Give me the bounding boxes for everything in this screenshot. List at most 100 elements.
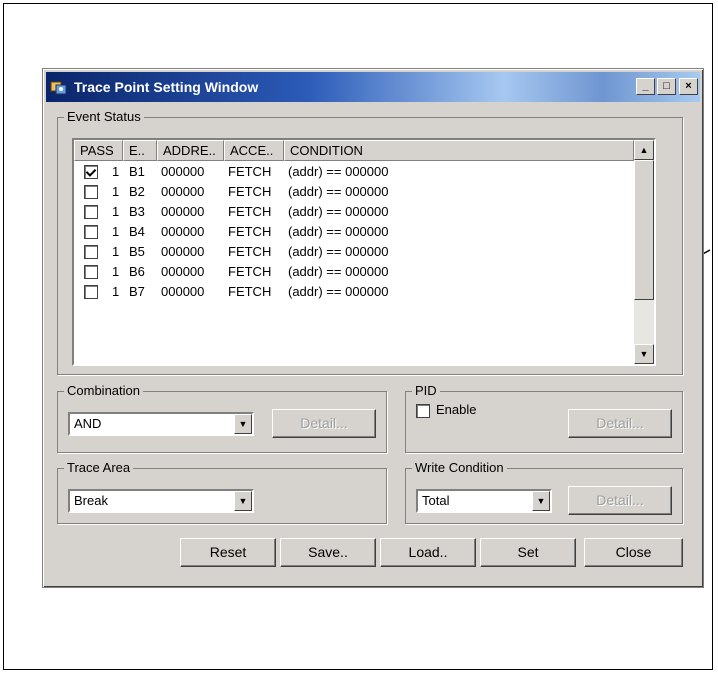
close-button[interactable]: Close [584,538,683,567]
pass-count-cell: 1 [112,244,120,259]
address-cell: 000000 [161,164,205,179]
window-title: Trace Point Setting Window [74,79,259,95]
combination-label: Combination [64,383,143,399]
event-cell: B2 [129,184,145,199]
pid-group: PID Enable Detail... [405,383,683,453]
close-icon: × [685,80,692,92]
app-icon [50,81,67,95]
address-cell: 000000 [161,184,205,199]
combination-select[interactable]: AND ▼ [68,412,254,436]
write-condition-select[interactable]: Total ▼ [416,489,552,513]
pass-checkbox[interactable] [84,165,98,179]
combination-value: AND [74,416,102,431]
address-cell: 000000 [161,224,205,239]
pid-detail-button[interactable]: Detail... [568,409,672,438]
load-button[interactable]: Load.. [380,538,476,567]
condition-cell: (addr) == 000000 [288,184,389,199]
maximize-button[interactable]: □ [657,78,676,95]
condition-cell: (addr) == 000000 [288,224,389,239]
table-row[interactable]: 1 B3 000000 FETCH (addr) == 000000 [74,202,634,222]
combination-group: Combination AND ▼ Detail... [57,383,387,453]
pid-enable-label: Enable [436,402,477,417]
pass-count-cell: 1 [112,224,120,239]
column-header-condition[interactable]: CONDITION [284,140,634,161]
event-status-list[interactable]: PASS E.. ADDRE.. ACCE.. CONDITION 1 B1 000… [72,138,656,366]
pass-checkbox[interactable] [84,185,98,199]
pid-enable-checkbox[interactable] [416,404,430,418]
event-cell: B7 [129,284,145,299]
access-cell: FETCH [228,284,272,299]
column-header-access[interactable]: ACCE.. [224,140,284,161]
access-cell: FETCH [228,264,272,279]
event-cell: B5 [129,244,145,259]
table-row[interactable]: 1 B1 000000 FETCH (addr) == 000000 [74,162,634,182]
table-row[interactable]: 1 B5 000000 FETCH (addr) == 000000 [74,242,634,262]
trace-point-setting-window: Trace Point Setting Window _ □ × Event S… [42,68,704,588]
access-cell: FETCH [228,244,272,259]
scroll-up-button[interactable]: ▲ [634,140,654,160]
chevron-down-icon: ▼ [536,496,546,506]
condition-cell: (addr) == 000000 [288,284,389,299]
trace-area-label: Trace Area [64,460,134,476]
write-condition-group: Write Condition Total ▼ Detail... [405,460,683,524]
access-cell: FETCH [228,164,272,179]
address-cell: 000000 [161,264,205,279]
write-condition-dropdown-button[interactable]: ▼ [532,491,550,511]
address-cell: 000000 [161,204,205,219]
pass-count-cell: 1 [112,284,120,299]
access-cell: FETCH [228,224,272,239]
scroll-down-button[interactable]: ▼ [634,344,654,364]
event-status-label: Event Status [64,109,144,125]
maximize-icon: □ [663,80,670,92]
pass-count-cell: 1 [112,204,120,219]
close-window-button[interactable]: × [679,78,698,95]
combination-dropdown-button[interactable]: ▼ [234,414,252,434]
event-cell: B1 [129,164,145,179]
chevron-down-icon: ▼ [238,419,248,429]
pass-checkbox[interactable] [84,265,98,279]
minimize-button[interactable]: _ [636,78,655,95]
trace-area-value: Break [74,493,108,508]
table-row[interactable]: 1 B6 000000 FETCH (addr) == 000000 [74,262,634,282]
pid-label: PID [412,383,440,399]
combination-detail-button[interactable]: Detail... [272,409,376,438]
event-cell: B6 [129,264,145,279]
access-cell: FETCH [228,204,272,219]
pass-checkbox[interactable] [84,245,98,259]
chevron-down-icon: ▼ [238,496,248,506]
set-button[interactable]: Set [480,538,576,567]
write-condition-label: Write Condition [412,460,507,476]
condition-cell: (addr) == 000000 [288,244,389,259]
pass-count-cell: 1 [112,184,120,199]
vertical-scrollbar[interactable]: ▲ ▼ [634,140,654,364]
event-cell: B3 [129,204,145,219]
pass-checkbox[interactable] [84,205,98,219]
column-header-event[interactable]: E.. [123,140,157,161]
column-header-pass[interactable]: PASS [74,140,123,161]
table-row[interactable]: 1 B2 000000 FETCH (addr) == 000000 [74,182,634,202]
write-condition-detail-button[interactable]: Detail... [568,486,672,515]
trace-area-select[interactable]: Break ▼ [68,489,254,513]
write-condition-value: Total [422,493,450,508]
condition-cell: (addr) == 000000 [288,164,389,179]
table-row[interactable]: 1 B4 000000 FETCH (addr) == 000000 [74,222,634,242]
table-row[interactable]: 1 B7 000000 FETCH (addr) == 000000 [74,282,634,302]
minimize-icon: _ [642,80,649,92]
triangle-down-icon: ▼ [639,349,649,359]
trace-area-dropdown-button[interactable]: ▼ [234,491,252,511]
pass-count-cell: 1 [112,164,120,179]
trace-area-group: Trace Area Break ▼ [57,460,387,524]
pass-checkbox[interactable] [84,285,98,299]
list-header: PASS E.. ADDRE.. ACCE.. CONDITION [74,140,634,161]
pass-checkbox[interactable] [84,225,98,239]
event-cell: B4 [129,224,145,239]
save-button[interactable]: Save.. [280,538,376,567]
column-header-address[interactable]: ADDRE.. [157,140,224,161]
access-cell: FETCH [228,184,272,199]
address-cell: 000000 [161,244,205,259]
reset-button[interactable]: Reset [180,538,276,567]
condition-cell: (addr) == 000000 [288,204,389,219]
scroll-thumb[interactable] [634,160,654,300]
event-status-group: Event Status PASS E.. ADDRE.. ACCE.. CON… [57,109,683,375]
pass-count-cell: 1 [112,264,120,279]
